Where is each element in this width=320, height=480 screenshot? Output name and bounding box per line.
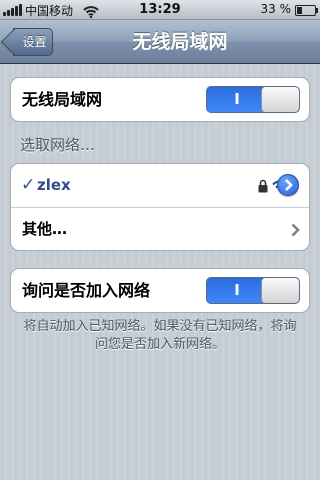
wifi-toggle-label: 无线局域网 [22, 90, 103, 109]
battery-percent: 33 % [260, 2, 292, 16]
switch-on-label: I [234, 90, 240, 108]
switch-on-label: I [234, 281, 240, 299]
wifi-switch[interactable]: I [206, 86, 300, 113]
page-title: 无线局域网 [132, 31, 228, 53]
detail-disclosure-icon[interactable] [277, 174, 299, 196]
network-list: ✓ zlex 其他… [10, 163, 310, 251]
battery-icon [295, 5, 318, 16]
switch-knob [261, 87, 299, 112]
network-row[interactable]: ✓ zlex [11, 164, 309, 207]
ask-join-cell: 询问是否加入网络 I [11, 269, 309, 312]
lock-icon [258, 178, 268, 193]
back-button[interactable]: 设置 [13, 28, 53, 56]
network-name: zlex [37, 176, 71, 194]
back-button-label: 设置 [22, 35, 47, 49]
section-header-choose-network: 选取网络… [20, 136, 96, 154]
wifi-toggle-cell: 无线局域网 I [11, 78, 309, 121]
ask-join-note: 将自动加入已知网络。如果没有已知网络，将询问您是否加入新网络。 [23, 319, 297, 352]
switch-knob [261, 278, 299, 303]
status-bar: 中国移动 13:29 33 % [0, 0, 320, 20]
ask-join-label: 询问是否加入网络 [22, 281, 151, 300]
navigation-bar: 设置 无线局域网 [0, 20, 320, 64]
ask-join-group: 询问是否加入网络 I [10, 268, 310, 313]
other-network-row[interactable]: 其他… [11, 207, 309, 250]
checkmark-icon: ✓ [21, 175, 36, 195]
wifi-toggle-group: 无线局域网 I [10, 77, 310, 122]
ask-join-switch[interactable]: I [206, 277, 300, 304]
chevron-right-icon [291, 222, 300, 241]
other-network-label: 其他… [22, 220, 68, 238]
